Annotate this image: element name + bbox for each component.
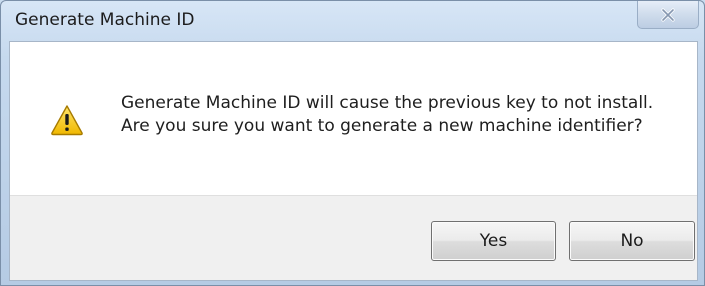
no-button[interactable]: No: [569, 221, 695, 261]
yes-button[interactable]: Yes: [431, 221, 556, 261]
dialog-body: Generate Machine ID will cause the previ…: [9, 41, 698, 281]
title-bar[interactable]: Generate Machine ID: [1, 1, 704, 41]
warning-icon: [50, 104, 84, 136]
window-title: Generate Machine ID: [15, 10, 195, 30]
message-line-1: Generate Machine ID will cause the previ…: [121, 93, 654, 113]
close-icon: [660, 7, 676, 22]
button-bar: Yes No: [10, 195, 697, 280]
message-line-2: Are you sure you want to generate a new …: [121, 116, 643, 136]
confirmation-message: Generate Machine ID will cause the previ…: [121, 92, 653, 138]
dialog-window: Generate Machine ID Generate Machine ID …: [0, 0, 705, 286]
close-button[interactable]: [637, 1, 699, 29]
message-area: Generate Machine ID will cause the previ…: [10, 42, 697, 195]
